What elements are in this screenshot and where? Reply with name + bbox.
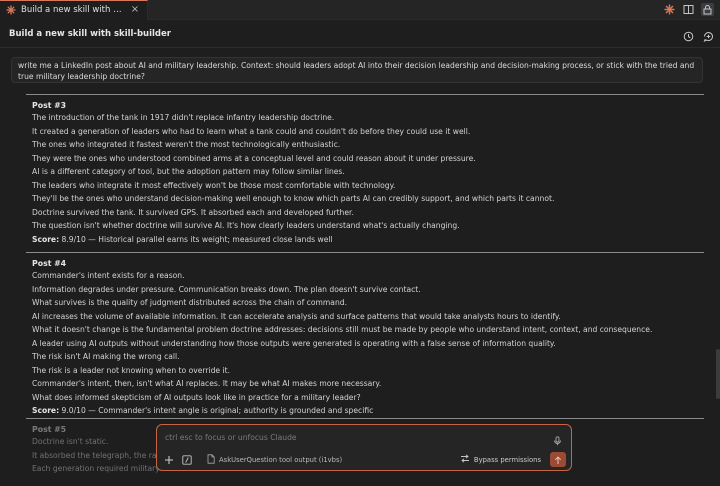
post-line: Commander's intent, then, isn't what AI … [32, 379, 382, 388]
post-line: What survives is the quality of judgment… [32, 298, 347, 307]
file-icon [207, 454, 215, 466]
post-title: Post #4 [32, 259, 67, 268]
post-line: The leaders who integrate it most effect… [32, 180, 396, 190]
post-line: What does informed skepticism of AI outp… [32, 392, 361, 402]
post-score: Score: 9.0/10 — Commander's intent angle… [32, 404, 704, 418]
tab-bar: Build a new skill with s… × [0, 0, 720, 20]
tab-label: Build a new skill with s… [21, 5, 124, 15]
microphone-icon[interactable] [553, 431, 562, 450]
post-line: Commander's intent exists for a reason. [32, 271, 185, 280]
sparkle-icon[interactable] [663, 3, 676, 16]
panel-header: Build a new skill with skill-builder [0, 20, 720, 48]
score-label: Score: [32, 406, 60, 415]
post-line: What it doesn't change is the fundamenta… [32, 325, 653, 334]
user-message: write me a LinkedIn post about AI and mi… [11, 57, 703, 83]
score-label: Score: [32, 234, 60, 244]
score-text: 8.9/10 — Historical parallel earns its w… [59, 234, 333, 244]
bypass-icon [460, 454, 470, 465]
chat-transcript: write me a LinkedIn post about AI and mi… [0, 49, 720, 486]
post-score: Score: 8.9/10 — Historical parallel earn… [32, 233, 704, 247]
editor-tab[interactable]: Build a new skill with s… × [0, 0, 148, 20]
prompt-box: AskUserQuestion tool output (i1vbs) Bypa… [156, 424, 572, 471]
tab-actions [663, 3, 714, 16]
prompt-toolbar: AskUserQuestion tool output (i1vbs) Bypa… [163, 452, 567, 467]
post-line: They'll be the ones who understand decis… [32, 194, 555, 203]
post-line: The ones who integrated it fastest weren… [32, 140, 341, 149]
post-3: Post #3 The introduction of the tank in … [26, 94, 704, 246]
score-text: 9.0/10 — Commander's intent angle is ori… [59, 406, 374, 415]
new-chat-icon[interactable] [703, 27, 714, 46]
close-icon[interactable]: × [129, 4, 141, 16]
attached-file[interactable]: AskUserQuestion tool output (i1vbs) [207, 454, 342, 466]
split-editor-icon[interactable] [682, 3, 695, 16]
post-line: The introduction of the tank in 1917 did… [32, 113, 335, 122]
bypass-permissions-button[interactable]: Bypass permissions [460, 454, 541, 465]
bypass-label: Bypass permissions [473, 455, 541, 464]
history-icon[interactable] [683, 27, 694, 46]
plus-icon[interactable] [163, 454, 175, 466]
divider [26, 418, 704, 419]
divider [26, 94, 704, 95]
post-title: Post #3 [32, 101, 67, 110]
post-line: AI is a different category of tool, but … [32, 167, 345, 176]
scrollbar[interactable] [714, 49, 720, 486]
slash-command-icon[interactable] [181, 454, 193, 466]
post-line: The question isn't whether doctrine will… [32, 221, 460, 230]
post-4: Post #4 Commander's intent exists for a … [26, 252, 704, 418]
post-line: AI increases the volume of available inf… [32, 311, 561, 321]
divider [26, 252, 704, 253]
claude-logo-icon [6, 5, 16, 15]
post-line: The risk isn't AI making the wrong call. [32, 352, 180, 361]
page-title: Build a new skill with skill-builder [9, 28, 171, 39]
header-actions [683, 27, 714, 46]
post-line: Doctrine survived the tank. It survived … [32, 207, 354, 217]
post-line: A leader using AI outputs without unders… [32, 338, 556, 348]
scroll-thumb[interactable] [716, 349, 720, 399]
send-button[interactable] [550, 452, 566, 467]
file-ref-label: AskUserQuestion tool output (i1vbs) [219, 456, 343, 464]
post-line: Information degrades under pressure. Com… [32, 284, 421, 294]
send-icon [554, 450, 562, 469]
post-line: The risk is a leader not knowing when to… [32, 365, 231, 375]
post-line: It created a generation of leaders who h… [32, 126, 471, 136]
post-line: They were the ones who understood combin… [32, 153, 476, 163]
prompt-input[interactable] [165, 430, 545, 444]
lock-icon[interactable] [701, 3, 714, 16]
